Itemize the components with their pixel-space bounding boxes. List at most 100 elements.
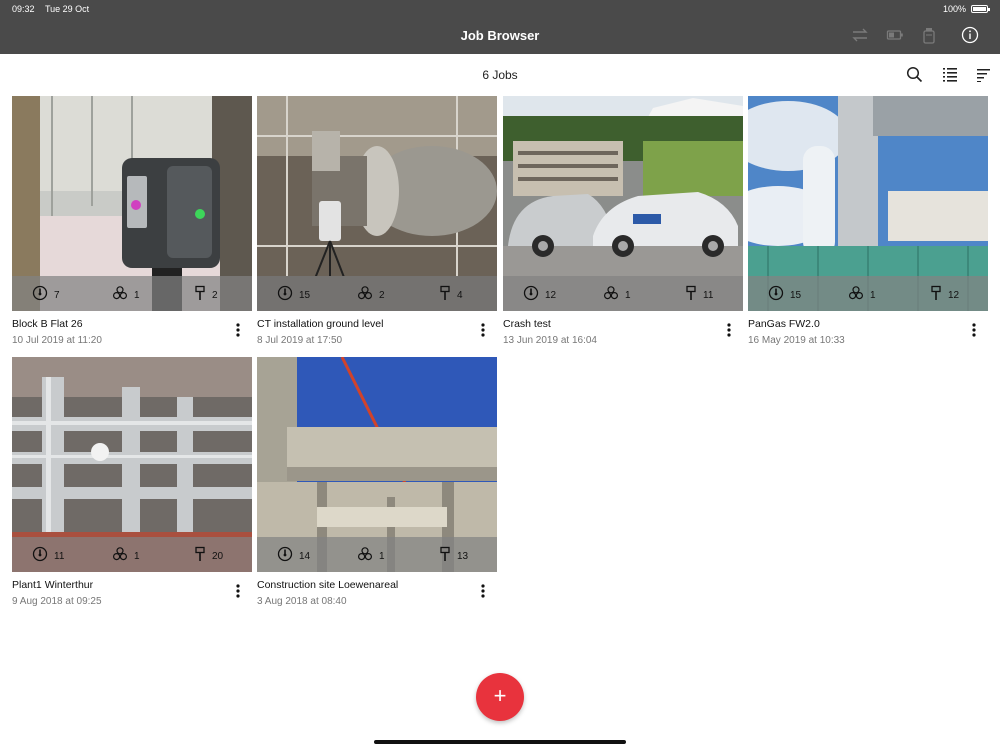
scans-count: 1: [625, 290, 631, 301]
job-stats: 14 1 13: [257, 537, 497, 572]
search-icon[interactable]: [906, 66, 923, 88]
status-bar: 09:32 Tue 29 Oct 100%: [0, 0, 1000, 18]
job-name: Block B Flat 26: [12, 318, 83, 330]
targets-count: 2: [212, 290, 218, 301]
scans-stat: 1: [603, 285, 631, 306]
setups-stat: 7: [32, 285, 60, 306]
more-options-icon[interactable]: [481, 584, 485, 603]
targets-count: 11: [703, 290, 714, 301]
job-date: 10 Jul 2019 at 11:20: [12, 335, 102, 346]
scanner-battery-icon[interactable]: [886, 27, 904, 48]
job-name: Construction site Loewenareal: [257, 579, 399, 591]
setup-gauge-icon: [523, 285, 539, 306]
sync-icon[interactable]: [851, 27, 869, 48]
job-name: CT installation ground level: [257, 318, 384, 330]
job-name: Plant1 Winterthur: [12, 579, 94, 591]
job-stats: 15 1 12: [748, 276, 988, 311]
jobs-count: 6 Jobs: [482, 68, 518, 82]
target-pin-icon: [439, 546, 451, 567]
scan-cluster-icon: [112, 546, 128, 567]
targets-stat: 11: [685, 285, 713, 306]
list-toolbar: 6 Jobs: [0, 54, 1000, 94]
home-indicator: [374, 740, 626, 744]
setups-stat: 15: [768, 285, 801, 306]
nav-bar: Job Browser: [0, 18, 1000, 54]
setups-count: 15: [299, 290, 311, 301]
targets-count: 12: [948, 290, 960, 301]
add-job-button[interactable]: +: [476, 673, 524, 721]
sort-icon[interactable]: [977, 66, 991, 87]
scan-cluster-icon: [848, 285, 864, 306]
job-date: 9 Aug 2018 at 09:25: [12, 596, 102, 607]
job-card[interactable]: 12 1 11 Crash test 13 Jun 2019 at 16:04: [503, 96, 743, 348]
battery-percent: 100%: [942, 4, 966, 14]
setup-gauge-icon: [32, 546, 48, 567]
more-options-icon[interactable]: [236, 323, 240, 342]
target-pin-icon: [930, 285, 942, 306]
scans-stat: 1: [357, 546, 385, 567]
scans-stat: 1: [112, 285, 140, 306]
job-stats: 11 1 20: [12, 537, 252, 572]
info-icon[interactable]: [961, 26, 979, 49]
job-stats: 12 1 11: [503, 276, 743, 311]
scan-cluster-icon: [603, 285, 619, 306]
list-view-icon[interactable]: [943, 66, 957, 87]
scans-count: 1: [870, 290, 876, 301]
setup-gauge-icon: [277, 546, 293, 567]
targets-count: 20: [212, 551, 224, 562]
job-thumbnail[interactable]: 14 1 13: [257, 357, 497, 572]
job-card[interactable]: 15 1 12 PanGas FW2.0 16 May 2019 at 10:3…: [748, 96, 988, 348]
job-date: 8 Jul 2019 at 17:50: [257, 335, 343, 346]
job-thumbnail[interactable]: 7 1 2: [12, 96, 252, 311]
scans-count: 1: [379, 551, 385, 562]
job-card[interactable]: 7 1 2 Block B Flat 26 10 Jul 2019 at 11:…: [12, 96, 252, 348]
job-date: 13 Jun 2019 at 16:04: [503, 335, 597, 346]
job-name: PanGas FW2.0: [748, 318, 820, 330]
target-pin-icon: [194, 546, 206, 567]
job-thumbnail[interactable]: 15 1 12: [748, 96, 988, 311]
scans-count: 1: [134, 551, 140, 562]
device-icon[interactable]: [922, 27, 936, 50]
targets-stat: 13: [439, 546, 468, 567]
targets-stat: 2: [194, 285, 218, 306]
more-options-icon[interactable]: [727, 323, 731, 342]
job-stats: 7 1 2: [12, 276, 252, 311]
scan-cluster-icon: [357, 546, 373, 567]
status-date: Tue 29 Oct: [45, 4, 90, 14]
target-pin-icon: [194, 285, 206, 306]
job-date: 16 May 2019 at 10:33: [748, 335, 845, 346]
scans-stat: 1: [112, 546, 140, 567]
targets-stat: 20: [194, 546, 223, 567]
job-thumbnail[interactable]: 12 1 11: [503, 96, 743, 311]
setups-count: 14: [299, 551, 311, 562]
setups-count: 12: [545, 290, 557, 301]
setup-gauge-icon: [32, 285, 48, 306]
setups-stat: 14: [277, 546, 310, 567]
targets-stat: 12: [930, 285, 959, 306]
scans-stat: 2: [357, 285, 385, 306]
target-pin-icon: [685, 285, 697, 306]
setup-gauge-icon: [768, 285, 784, 306]
job-card[interactable]: 15 2 4 CT installation ground level 8 Ju…: [257, 96, 497, 348]
more-options-icon[interactable]: [481, 323, 485, 342]
setups-count: 7: [54, 290, 60, 301]
setups-stat: 11: [32, 546, 64, 567]
job-card[interactable]: 14 1 13 Construction site Loewenareal 3 …: [257, 357, 497, 609]
scans-count: 2: [379, 290, 385, 301]
job-card[interactable]: 11 1 20 Plant1 Winterthur 9 Aug 2018 at …: [12, 357, 252, 609]
targets-count: 13: [457, 551, 469, 562]
status-time: 09:32: [12, 4, 35, 14]
scan-cluster-icon: [357, 285, 373, 306]
job-name: Crash test: [503, 318, 551, 330]
job-thumbnail[interactable]: 15 2 4: [257, 96, 497, 311]
target-pin-icon: [439, 285, 451, 306]
setups-count: 11: [54, 551, 65, 562]
targets-stat: 4: [439, 285, 463, 306]
setups-stat: 12: [523, 285, 556, 306]
more-options-icon[interactable]: [236, 584, 240, 603]
job-thumbnail[interactable]: 11 1 20: [12, 357, 252, 572]
more-options-icon[interactable]: [972, 323, 976, 342]
battery-icon: [971, 5, 990, 13]
targets-count: 4: [457, 290, 463, 301]
job-date: 3 Aug 2018 at 08:40: [257, 596, 347, 607]
